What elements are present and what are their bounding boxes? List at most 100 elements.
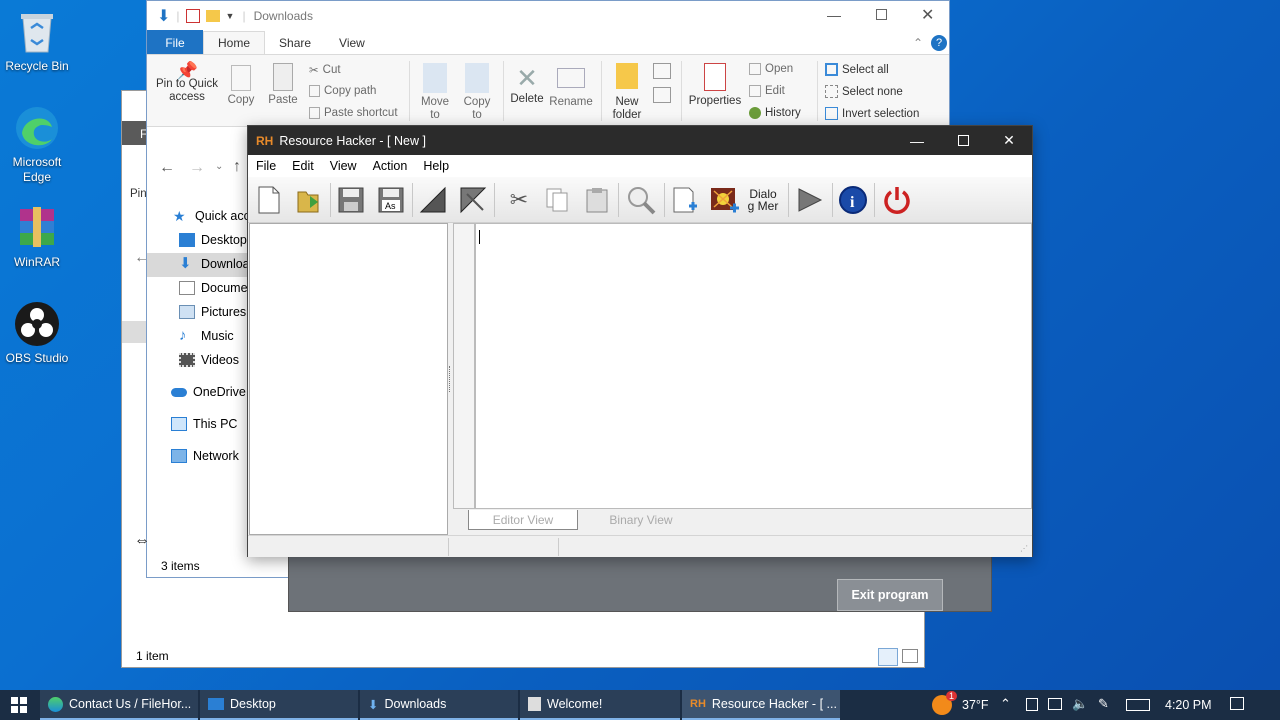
paste-icon[interactable] xyxy=(580,183,614,217)
up-arrow-icon[interactable]: ↑ xyxy=(233,158,241,176)
explorer-titlebar[interactable]: ⬇ | ▼ | Downloads — ✕ xyxy=(147,1,949,31)
new-file-icon[interactable] xyxy=(252,183,286,217)
nav-quick-access[interactable]: ★ Quick acce xyxy=(173,209,257,223)
open-file-icon[interactable] xyxy=(292,183,326,217)
menu-view[interactable]: View xyxy=(322,159,365,173)
run-icon[interactable] xyxy=(792,183,826,217)
customize-quick-access-icon[interactable]: ▼ xyxy=(226,11,235,21)
copy-to-button[interactable]: Copy to xyxy=(459,63,495,122)
maximize-icon[interactable] xyxy=(876,9,887,20)
show-hidden-icons-icon[interactable]: ⌃ xyxy=(1000,696,1011,712)
rh-maximize-button[interactable] xyxy=(940,126,986,155)
menu-edit[interactable]: Edit xyxy=(284,159,322,173)
tab-file[interactable]: File xyxy=(147,30,203,54)
desktop-icon-edge[interactable]: Microsoft Edge xyxy=(0,104,74,185)
desktop-icon-recycle-bin[interactable]: Recycle Bin xyxy=(0,8,74,74)
welcome-dialog[interactable]: Exit program xyxy=(288,556,992,612)
select-none-button[interactable]: Select none xyxy=(825,85,903,98)
nav-music[interactable]: ♪ Music xyxy=(179,328,234,343)
meet-now-icon[interactable] xyxy=(1026,698,1038,711)
forward-arrow-icon[interactable]: → xyxy=(189,159,205,177)
weather-temp[interactable]: 37°F xyxy=(962,698,989,712)
menu-help[interactable]: Help xyxy=(415,159,457,173)
keyboard-icon[interactable] xyxy=(1126,699,1150,711)
nav-documents[interactable]: Documer xyxy=(179,281,252,295)
tab-view[interactable]: View xyxy=(325,32,379,54)
select-all-button[interactable]: Select all xyxy=(825,63,889,76)
taskbar-item-resource-hacker[interactable]: RH Resource Hacker - [ ... xyxy=(682,690,840,720)
close-icon[interactable]: ✕ xyxy=(921,5,934,25)
rename-button[interactable]: Rename xyxy=(549,63,593,109)
menu-action[interactable]: Action xyxy=(365,159,416,173)
add-resource-icon[interactable] xyxy=(668,183,702,217)
back-arrow-icon[interactable]: ← xyxy=(159,159,175,177)
help-icon[interactable]: ? xyxy=(931,35,947,51)
info-icon[interactable]: i xyxy=(836,183,870,217)
clock[interactable]: 4:20 PM xyxy=(1165,698,1212,712)
tab-home[interactable]: Home xyxy=(203,31,266,54)
delete-button[interactable]: ✕ Delete xyxy=(509,63,545,106)
recent-locations-icon[interactable]: ⌄ xyxy=(215,161,223,172)
nav-onedrive[interactable]: OneDrive xyxy=(171,385,246,399)
cut-icon[interactable]: ✂ xyxy=(502,183,536,217)
compile-icon[interactable] xyxy=(416,183,450,217)
action-center-icon[interactable] xyxy=(1230,697,1244,710)
history-button[interactable]: History xyxy=(749,107,801,119)
taskbar-item-edge[interactable]: Contact Us / FileHor... xyxy=(40,690,198,720)
nav-network[interactable]: Network xyxy=(171,449,239,463)
nav-pictures[interactable]: Pictures xyxy=(179,305,246,319)
paste-shortcut-button[interactable]: Paste shortcut xyxy=(309,107,398,119)
copy-icon[interactable] xyxy=(540,183,574,217)
desktop-icon-winrar[interactable]: WinRAR xyxy=(0,204,74,270)
properties-quick-icon[interactable] xyxy=(185,9,200,23)
nav-videos[interactable]: Videos xyxy=(179,353,239,367)
pen-icon[interactable]: ✎ xyxy=(1098,696,1109,712)
network-icon[interactable] xyxy=(1048,698,1062,710)
resource-tree-pane[interactable] xyxy=(249,223,448,535)
exit-icon[interactable] xyxy=(880,183,914,217)
tab-share[interactable]: Share xyxy=(265,32,325,54)
add-image-icon[interactable] xyxy=(708,183,742,217)
resize-grip-icon[interactable]: ⋰ xyxy=(1020,544,1028,553)
binary-view-tab[interactable]: Binary View xyxy=(586,510,696,530)
cut-button[interactable]: ✂ Cut xyxy=(309,63,341,77)
paste-button[interactable]: Paste xyxy=(267,63,299,107)
rh-titlebar[interactable]: RH Resource Hacker - [ New ] — ✕ xyxy=(248,126,1032,155)
nav-this-pc[interactable]: This PC xyxy=(171,417,237,431)
taskbar-item-desktop[interactable]: Desktop xyxy=(200,690,358,720)
properties-button[interactable]: Properties xyxy=(687,63,743,108)
pin-quick-access-button[interactable]: 📌 Pin to Quick access xyxy=(155,62,219,104)
details-view-icon[interactable] xyxy=(878,648,898,666)
collapse-ribbon-icon[interactable]: ⌃ xyxy=(913,36,923,50)
dialog-menu-icon[interactable]: Dialog Mer xyxy=(746,183,780,217)
nav-downloads[interactable]: ⬇ Downloa xyxy=(179,256,250,271)
copy-button[interactable]: Copy xyxy=(225,65,257,107)
taskbar-item-welcome[interactable]: Welcome! xyxy=(520,690,680,720)
editor-textarea[interactable] xyxy=(475,223,1032,509)
save-icon[interactable] xyxy=(334,183,368,217)
resource-hacker-window[interactable]: RH Resource Hacker - [ New ] — ✕ File Ed… xyxy=(247,125,1033,557)
decompile-icon[interactable] xyxy=(456,183,490,217)
save-as-icon[interactable]: As xyxy=(374,183,408,217)
invert-selection-button[interactable]: Invert selection xyxy=(825,107,919,120)
rh-minimize-button[interactable]: — xyxy=(894,126,940,155)
move-to-button[interactable]: Move to xyxy=(417,63,453,122)
down-arrow-icon[interactable]: ⬇ xyxy=(157,6,170,26)
find-icon[interactable] xyxy=(624,183,658,217)
start-button[interactable] xyxy=(0,690,38,720)
splitter-handle[interactable] xyxy=(449,366,451,392)
taskbar-item-downloads[interactable]: ⬇ Downloads xyxy=(360,690,518,720)
rh-close-button[interactable]: ✕ xyxy=(986,126,1032,155)
open-button[interactable]: Open xyxy=(749,63,793,75)
volume-muted-icon[interactable]: 🔈 xyxy=(1072,696,1088,712)
menu-file[interactable]: File xyxy=(248,159,284,173)
new-item-icon[interactable] xyxy=(653,63,671,79)
nav-desktop[interactable]: Desktop xyxy=(179,233,247,247)
desktop-icon-obs[interactable]: OBS Studio xyxy=(0,300,74,366)
editor-view-tab[interactable]: Editor View xyxy=(468,510,578,530)
new-folder-button[interactable]: New folder xyxy=(607,63,647,122)
edit-button[interactable]: Edit xyxy=(749,85,785,97)
easy-access-icon[interactable] xyxy=(653,87,671,103)
exit-program-button[interactable]: Exit program xyxy=(837,579,943,611)
copy-path-button[interactable]: Copy path xyxy=(309,85,376,97)
